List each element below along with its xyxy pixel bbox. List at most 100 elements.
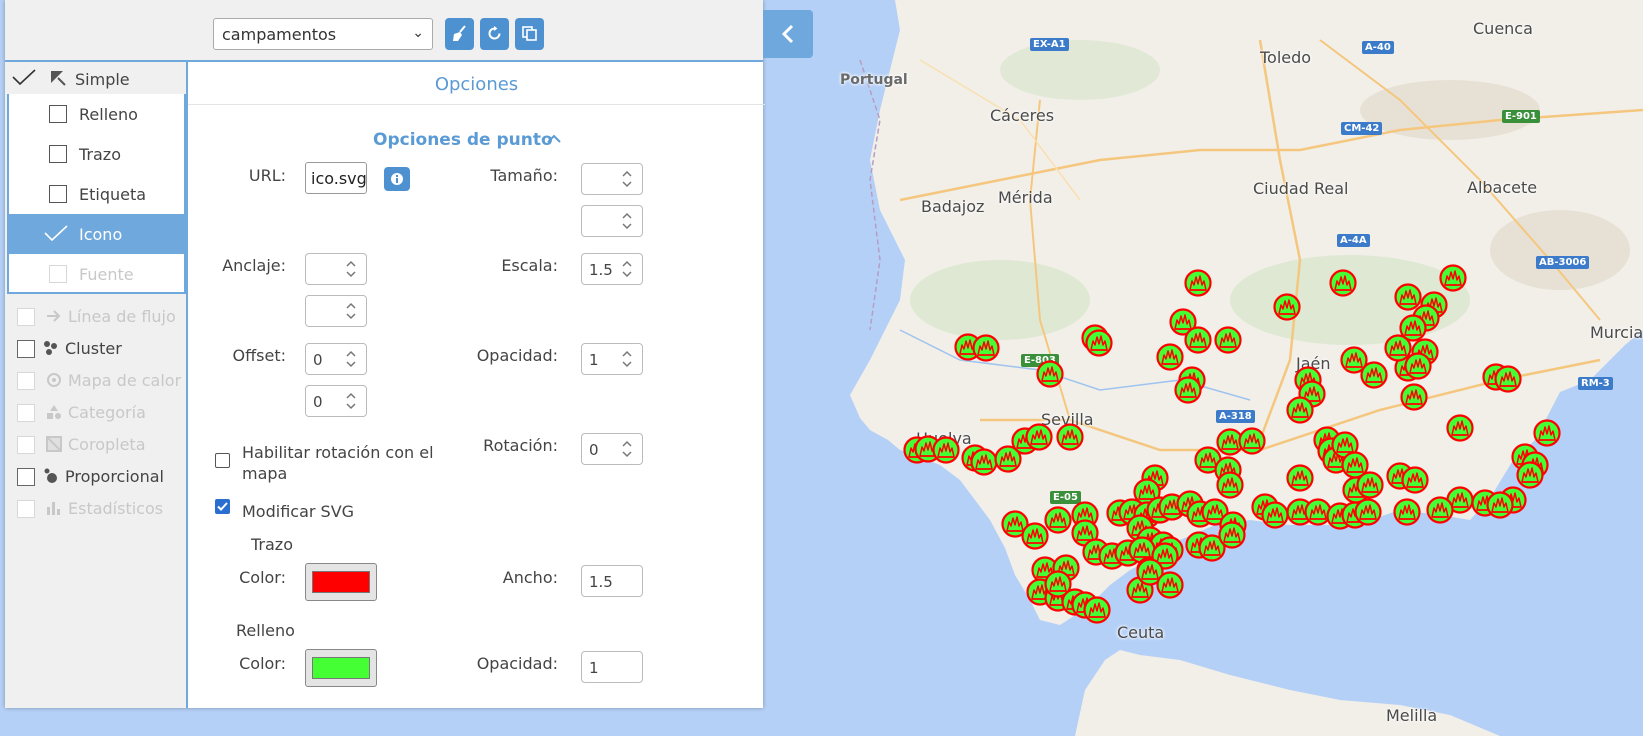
spinner-icon[interactable]	[618, 258, 636, 280]
fill-color-picker[interactable]	[305, 649, 377, 687]
scale-input[interactable]: 1.5	[581, 253, 643, 285]
sidebar-item-estadisticos[interactable]: Estadísticos	[5, 492, 186, 524]
collapse-panel-button[interactable]	[763, 10, 813, 58]
campfire-icon[interactable]	[1025, 423, 1053, 451]
subnav-item-icono[interactable]: Icono	[9, 214, 184, 254]
campfire-icon[interactable]	[1360, 361, 1388, 389]
campfire-icon[interactable]	[972, 334, 1000, 362]
offset-input-1[interactable]: 0	[305, 343, 367, 375]
campfire-icon[interactable]	[1446, 414, 1474, 442]
sidebar-item-cluster[interactable]: Cluster	[5, 332, 186, 364]
clear-style-button[interactable]	[445, 18, 474, 50]
checkbox[interactable]	[17, 468, 35, 486]
sidebar-item-categoria[interactable]: Categoría	[5, 396, 186, 428]
reset-style-button[interactable]	[480, 18, 509, 50]
checkbox[interactable]	[17, 308, 35, 326]
copy-style-button[interactable]	[515, 18, 544, 50]
checkbox[interactable]	[17, 500, 35, 518]
chevron-up-icon	[547, 134, 561, 143]
checkbox[interactable]	[17, 404, 35, 422]
checkbox[interactable]	[49, 145, 67, 163]
checkmark-icon	[217, 502, 228, 511]
campfire-icon[interactable]	[1516, 461, 1544, 489]
spinner-icon[interactable]	[342, 348, 360, 370]
layer-select[interactable]: campamentos ⌄	[213, 18, 433, 50]
campfire-icon[interactable]	[1184, 269, 1212, 297]
campfire-icon[interactable]	[1393, 498, 1421, 526]
spinner-icon[interactable]	[618, 168, 636, 190]
campfire-icon[interactable]	[1404, 352, 1432, 380]
campfire-icon[interactable]	[1400, 383, 1428, 411]
info-button[interactable]	[384, 167, 410, 191]
subnav-item-trazo[interactable]: Trazo	[9, 134, 184, 174]
checkbox[interactable]	[17, 372, 35, 390]
point-options-header[interactable]: Opciones de punto	[373, 130, 561, 150]
rotate-with-map-checkbox[interactable]	[215, 453, 230, 468]
campfire-icon[interactable]	[1329, 269, 1357, 297]
sidebar-item-proporcional[interactable]: Proporcional	[5, 460, 186, 492]
anchor-input-1[interactable]	[305, 253, 367, 285]
campfire-icon[interactable]	[1486, 491, 1514, 519]
checkbox[interactable]	[49, 105, 67, 123]
campfire-icon[interactable]	[1214, 326, 1242, 354]
campfire-icon[interactable]	[1184, 326, 1212, 354]
checkbox[interactable]	[17, 436, 35, 454]
campfire-icon[interactable]	[1238, 427, 1266, 455]
checkmark-icon[interactable]	[43, 224, 69, 244]
campfire-icon[interactable]	[1085, 329, 1113, 357]
url-input[interactable]: ico.svg	[305, 162, 367, 194]
rotation-input[interactable]: 0	[581, 433, 643, 465]
stroke-color-picker[interactable]	[305, 563, 377, 601]
campfire-icon[interactable]	[1156, 571, 1184, 599]
campfire-icon[interactable]	[1401, 466, 1429, 494]
campfire-icon[interactable]	[1261, 501, 1289, 529]
fill-opacity-input[interactable]: 1	[581, 651, 643, 683]
subnav-item-etiqueta[interactable]: Etiqueta	[9, 174, 184, 214]
modify-svg-checkbox[interactable]	[215, 499, 230, 514]
road-shield: RM-3	[1578, 377, 1613, 390]
checkbox[interactable]	[17, 340, 35, 358]
anchor-input-2[interactable]	[305, 295, 367, 327]
campfire-icon[interactable]	[1426, 496, 1454, 524]
spinner-icon[interactable]	[618, 210, 636, 232]
stroke-section-title: Trazo	[251, 535, 293, 554]
campfire-icon[interactable]	[1044, 506, 1072, 534]
campfire-icon[interactable]	[1036, 360, 1064, 388]
campfire-icon[interactable]	[932, 436, 960, 464]
checkbox[interactable]	[49, 185, 67, 203]
spinner-icon[interactable]	[618, 348, 636, 370]
campfire-icon[interactable]	[1056, 423, 1084, 451]
sidebar-item-linea-de-flujo[interactable]: Línea de flujo	[5, 300, 186, 332]
campfire-icon[interactable]	[1273, 293, 1301, 321]
offset-input-2[interactable]: 0	[305, 385, 367, 417]
divider	[188, 104, 765, 105]
spinner-icon[interactable]	[342, 258, 360, 280]
size-input-2[interactable]	[581, 205, 643, 237]
campfire-icon[interactable]	[1286, 396, 1314, 424]
checkbox[interactable]	[49, 265, 67, 283]
campfire-icon[interactable]	[1174, 376, 1202, 404]
campfire-icon[interactable]	[1439, 264, 1467, 292]
arrow-right-icon	[47, 310, 61, 322]
campfire-icon[interactable]	[1286, 464, 1314, 492]
campfire-icon[interactable]	[1354, 498, 1382, 526]
campfire-icon[interactable]	[1216, 471, 1244, 499]
subnav-item-relleno[interactable]: Relleno	[9, 94, 184, 134]
stroke-width-input[interactable]: 1.5	[581, 565, 643, 597]
subnav-item-fuente[interactable]: Fuente	[9, 254, 184, 294]
sidebar-item-label: Línea de flujo	[68, 307, 176, 326]
campfire-icon[interactable]	[1218, 521, 1246, 549]
campfire-icon[interactable]	[1356, 471, 1384, 499]
size-input-1[interactable]	[581, 163, 643, 195]
opacity-input[interactable]: 1	[581, 343, 643, 375]
campfire-icon[interactable]	[1494, 365, 1522, 393]
campfire-icon[interactable]	[1083, 596, 1111, 624]
sidebar-item-mapa-de-calor[interactable]: Mapa de calor	[5, 364, 186, 396]
sidebar-item-label: Categoría	[68, 403, 146, 422]
offset-value-1: 0	[313, 351, 323, 369]
spinner-icon[interactable]	[342, 390, 360, 412]
simple-subnav: Relleno Trazo Etiqueta Icono Fuente	[7, 94, 186, 294]
spinner-icon[interactable]	[618, 438, 636, 460]
sidebar-item-coropleta[interactable]: Coropleta	[5, 428, 186, 460]
spinner-icon[interactable]	[342, 300, 360, 322]
